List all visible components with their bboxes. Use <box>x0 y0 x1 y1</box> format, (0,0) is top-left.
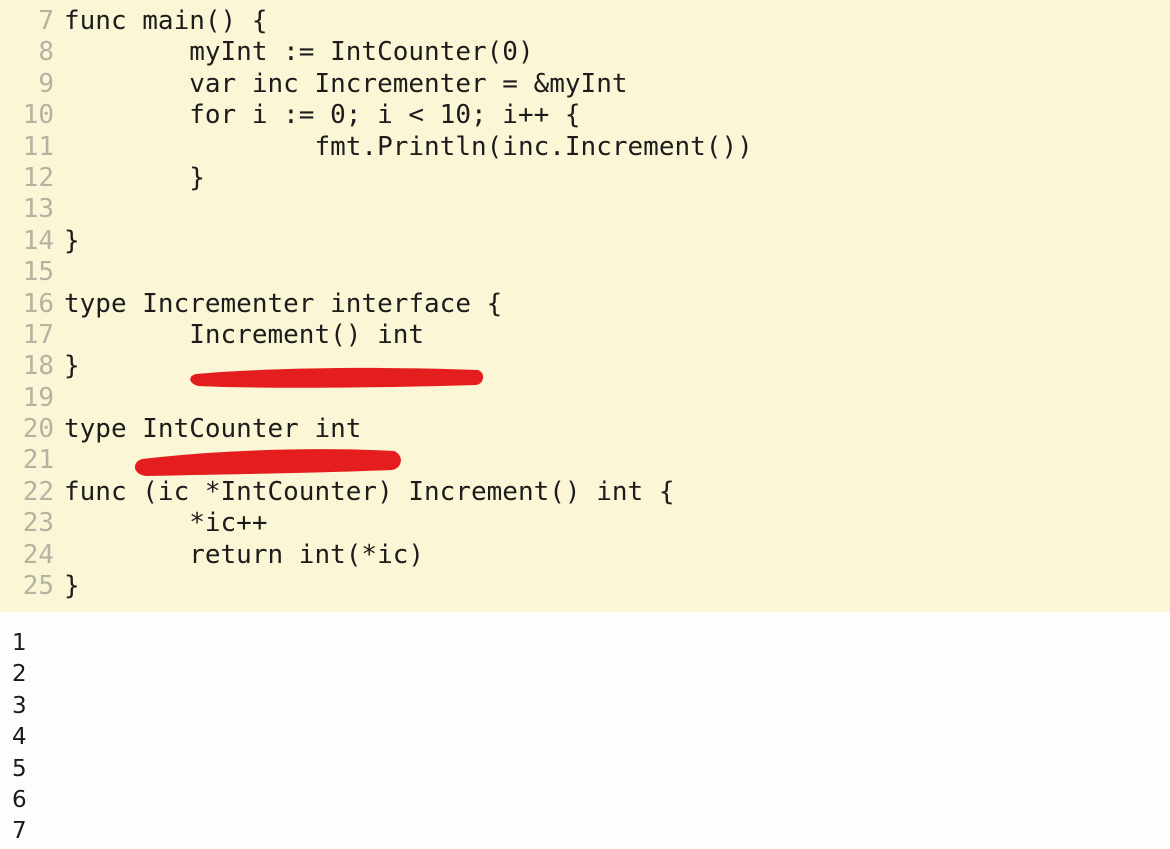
line-number: 14 <box>22 225 54 256</box>
code-line[interactable]: 17 Increment() int <box>0 320 1170 351</box>
line-number: 11 <box>22 131 54 162</box>
code-text: } <box>64 225 80 256</box>
line-number: 22 <box>22 476 54 507</box>
line-number: 25 <box>22 571 54 602</box>
code-text: myInt := IntCounter(0) <box>64 37 534 68</box>
code-text: var inc Incrementer = &myInt <box>64 68 628 99</box>
line-number: 10 <box>22 100 54 131</box>
output-line: 4 <box>12 724 27 751</box>
code-line[interactable]: 19 <box>0 383 1170 414</box>
line-number: 15 <box>22 257 54 288</box>
code-line[interactable]: 7 func main() { <box>0 6 1170 37</box>
code-line[interactable]: 25} <box>0 571 1170 602</box>
code-line[interactable]: 20 type IntCounter int <box>0 414 1170 445</box>
code-text: return int(*ic) <box>64 539 425 570</box>
code-text: func main() { <box>64 6 268 36</box>
line-number: 12 <box>22 162 54 193</box>
code-text: Increment() int <box>64 319 425 350</box>
code-editor[interactable]: 7 func main() {8 myInt := IntCounter(0) 9 … <box>0 0 1170 612</box>
output-line: 2 <box>12 661 27 688</box>
code-text: type Incrementer interface { <box>64 288 503 319</box>
code-text: } <box>64 351 80 382</box>
output-line: 7 <box>12 818 27 845</box>
code-text: type IntCounter int <box>64 414 362 445</box>
line-number: 19 <box>22 382 54 413</box>
code-lines: 7 func main() {8 myInt := IntCounter(0) 9 … <box>0 6 1170 602</box>
code-line[interactable]: 23 *ic++ <box>0 508 1170 539</box>
code-line[interactable]: 13 <box>0 194 1170 225</box>
output-line: 1 <box>12 630 27 656</box>
code-line[interactable]: 18} <box>0 351 1170 382</box>
line-number: 20 <box>22 414 54 445</box>
line-number: 18 <box>22 351 54 382</box>
line-number: 8 <box>38 37 54 68</box>
code-line[interactable]: 8 myInt := IntCounter(0) <box>0 37 1170 68</box>
program-output: 1 2 3 4 5 6 7 <box>0 628 1170 848</box>
line-number: 21 <box>22 445 54 476</box>
line-number: 9 <box>38 68 54 99</box>
line-number: 7 <box>38 6 54 36</box>
code-line[interactable]: 16 type Incrementer interface { <box>0 289 1170 320</box>
code-line[interactable]: 10 for i := 0; i < 10; i++ { <box>0 100 1170 131</box>
line-number: 13 <box>22 194 54 225</box>
code-line[interactable]: 9 var inc Incrementer = &myInt <box>0 69 1170 100</box>
code-text: fmt.Println(inc.Increment()) <box>64 131 753 162</box>
code-text: *ic++ <box>64 508 268 539</box>
code-text: } <box>64 162 205 193</box>
line-number: 23 <box>22 508 54 539</box>
code-line[interactable]: 22 func (ic *IntCounter) Increment() int … <box>0 477 1170 508</box>
code-text: for i := 0; i < 10; i++ { <box>64 100 581 131</box>
code-line[interactable]: 14} <box>0 226 1170 257</box>
line-number: 16 <box>22 288 54 319</box>
code-text: } <box>64 571 80 602</box>
code-line[interactable]: 24 return int(*ic) <box>0 540 1170 571</box>
code-text: func (ic *IntCounter) Increment() int { <box>64 476 675 507</box>
line-number: 24 <box>22 539 54 570</box>
output-line: 6 <box>12 786 27 813</box>
code-line[interactable]: 11 fmt.Println(inc.Increment()) <box>0 132 1170 163</box>
line-number: 17 <box>22 319 54 350</box>
code-line[interactable]: 12 } <box>0 163 1170 194</box>
output-line: 5 <box>12 755 27 782</box>
code-line[interactable]: 21 <box>0 445 1170 476</box>
output-line: 3 <box>12 692 27 719</box>
code-line[interactable]: 15 <box>0 257 1170 288</box>
